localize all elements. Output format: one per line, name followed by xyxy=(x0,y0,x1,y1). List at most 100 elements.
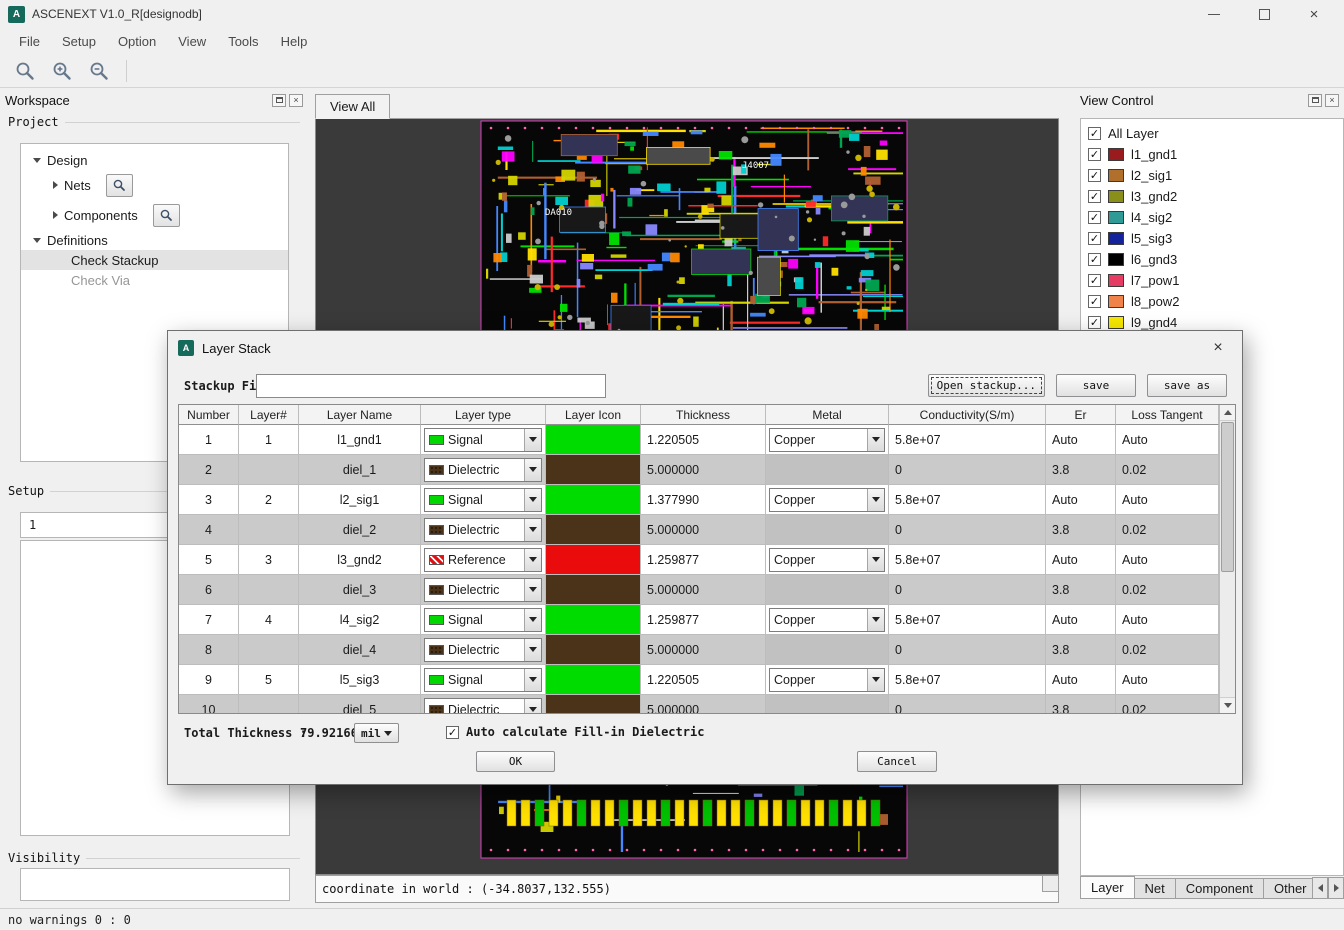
reference-layer-swatch xyxy=(546,545,640,574)
menu-item-setup[interactable]: Setup xyxy=(51,31,107,52)
combo-dropdown-button[interactable] xyxy=(524,699,541,715)
scroll-up-button[interactable] xyxy=(1220,405,1235,421)
tab-view-all[interactable]: View All xyxy=(315,94,390,119)
layer-item-l2_sig1[interactable]: ✓l2_sig1 xyxy=(1081,165,1343,186)
layer-type-select-l3_gnd2[interactable]: Reference xyxy=(424,548,542,572)
save-button[interactable]: save xyxy=(1056,374,1136,397)
layer-checkbox[interactable]: ✓ xyxy=(1088,211,1101,224)
menubar: FileSetupOptionViewToolsHelp xyxy=(0,28,1344,54)
metal-select-l3_gnd2[interactable]: Copper xyxy=(769,548,885,572)
ok-button[interactable]: OK xyxy=(476,751,555,772)
workspace-close-button[interactable]: × xyxy=(289,94,303,107)
components-search-button[interactable] xyxy=(153,204,180,227)
layer-type-select-l5_sig3[interactable]: Signal xyxy=(424,668,542,692)
combo-dropdown-button[interactable] xyxy=(867,489,884,511)
layer-checkbox[interactable]: ✓ xyxy=(1088,232,1101,245)
combo-dropdown-button[interactable] xyxy=(524,549,541,571)
layer-type-select-l2_sig1[interactable]: Signal xyxy=(424,488,542,512)
menu-item-help[interactable]: Help xyxy=(270,31,319,52)
layer-type-select-l1_gnd1[interactable]: Signal xyxy=(424,428,542,452)
unit-select[interactable]: mil xyxy=(354,723,399,743)
layer-item-all-layer[interactable]: ✓All Layer xyxy=(1081,123,1343,144)
view-control-float-button[interactable] xyxy=(1308,94,1322,107)
combo-dropdown-button[interactable] xyxy=(524,609,541,631)
maximize-button[interactable] xyxy=(1256,6,1272,22)
combo-dropdown-button[interactable] xyxy=(524,429,541,451)
combo-dropdown-button[interactable] xyxy=(524,669,541,691)
layer-checkbox[interactable]: ✓ xyxy=(1088,190,1101,203)
layer-checkbox[interactable]: ✓ xyxy=(1088,148,1101,161)
layer-type-select-diel_1[interactable]: Dielectric xyxy=(424,458,542,482)
tree-item-design[interactable]: Design xyxy=(21,150,288,170)
dialog-titlebar[interactable]: A Layer Stack × xyxy=(168,331,1242,365)
dialog-close-button[interactable]: × xyxy=(1204,340,1232,356)
cell-number: 3 xyxy=(179,485,239,515)
layer-checkbox[interactable]: ✓ xyxy=(1088,253,1101,266)
combo-dropdown-button[interactable] xyxy=(524,489,541,511)
menu-item-option[interactable]: Option xyxy=(107,31,167,52)
close-button[interactable]: × xyxy=(1306,6,1322,22)
tab-scroll-right-button[interactable] xyxy=(1328,877,1344,899)
menu-item-view[interactable]: View xyxy=(167,31,217,52)
tree-item-components[interactable]: Components xyxy=(21,200,288,230)
layer-item-l1_gnd1[interactable]: ✓l1_gnd1 xyxy=(1081,144,1343,165)
zoom-out-button[interactable] xyxy=(86,58,112,84)
layer-checkbox[interactable]: ✓ xyxy=(1088,274,1101,287)
tree-item-check-via[interactable]: Check Via xyxy=(21,270,288,290)
combo-dropdown-button[interactable] xyxy=(867,549,884,571)
cell-layer-name: l4_sig2 xyxy=(299,605,421,635)
layer-checkbox[interactable]: ✓ xyxy=(1088,169,1101,182)
metal-select-l4_sig2[interactable]: Copper xyxy=(769,608,885,632)
layer-type-select-l4_sig2[interactable]: Signal xyxy=(424,608,542,632)
combo-dropdown-button[interactable] xyxy=(867,429,884,451)
menu-item-tools[interactable]: Tools xyxy=(217,31,269,52)
scroll-down-button[interactable] xyxy=(1220,697,1235,713)
scrollbar-thumb[interactable] xyxy=(1221,422,1234,572)
layer-checkbox[interactable]: ✓ xyxy=(1088,127,1101,140)
layer-type-select-diel_3[interactable]: Dielectric xyxy=(424,578,542,602)
metal-select-l1_gnd1[interactable]: Copper xyxy=(769,428,885,452)
tree-item-definitions[interactable]: Definitions xyxy=(21,230,288,250)
visibility-box[interactable] xyxy=(20,868,290,901)
stackup-file-input[interactable] xyxy=(256,374,606,398)
auto-calc-checkbox[interactable]: ✓ xyxy=(446,726,459,739)
tab-other[interactable]: Other xyxy=(1264,878,1318,899)
metal-select-l2_sig1[interactable]: Copper xyxy=(769,488,885,512)
layer-item-l7_pow1[interactable]: ✓l7_pow1 xyxy=(1081,270,1343,291)
menu-item-file[interactable]: File xyxy=(8,31,51,52)
cell-layer-name: diel_5 xyxy=(299,695,421,714)
metal-select-l5_sig3[interactable]: Copper xyxy=(769,668,885,692)
save-as-button[interactable]: save as xyxy=(1147,374,1227,397)
combo-dropdown-button[interactable] xyxy=(524,639,541,661)
layer-type-select-diel_4[interactable]: Dielectric xyxy=(424,638,542,662)
minimize-button[interactable] xyxy=(1206,6,1222,22)
layer-checkbox[interactable]: ✓ xyxy=(1088,316,1101,329)
open-stackup-button[interactable]: Open stackup... xyxy=(928,374,1045,397)
nets-search-button[interactable] xyxy=(106,174,133,197)
combo-dropdown-button[interactable] xyxy=(524,519,541,541)
table-scrollbar[interactable] xyxy=(1219,405,1235,713)
tab-net[interactable]: Net xyxy=(1135,878,1176,899)
tab-scroll-left-button[interactable] xyxy=(1312,877,1328,899)
layer-type-select-diel_5[interactable]: Dielectric xyxy=(424,698,542,715)
view-control-close-button[interactable]: × xyxy=(1325,94,1339,107)
layer-item-l5_sig3[interactable]: ✓l5_sig3 xyxy=(1081,228,1343,249)
layer-item-l8_pow2[interactable]: ✓l8_pow2 xyxy=(1081,291,1343,312)
workspace-float-button[interactable] xyxy=(272,94,286,107)
zoom-in-button[interactable] xyxy=(49,58,75,84)
combo-dropdown-button[interactable] xyxy=(524,579,541,601)
tree-item-check-stackup[interactable]: Check Stackup xyxy=(21,250,288,270)
layer-checkbox[interactable]: ✓ xyxy=(1088,295,1101,308)
layer-item-l3_gnd2[interactable]: ✓l3_gnd2 xyxy=(1081,186,1343,207)
tree-item-nets[interactable]: Nets xyxy=(21,170,288,200)
combo-dropdown-button[interactable] xyxy=(524,459,541,481)
cancel-button[interactable]: Cancel xyxy=(857,751,937,772)
tab-component[interactable]: Component xyxy=(1176,878,1264,899)
zoom-button[interactable] xyxy=(12,58,38,84)
tab-layer[interactable]: Layer xyxy=(1080,876,1135,899)
combo-dropdown-button[interactable] xyxy=(867,609,884,631)
layer-item-l4_sig2[interactable]: ✓l4_sig2 xyxy=(1081,207,1343,228)
layer-item-l6_gnd3[interactable]: ✓l6_gnd3 xyxy=(1081,249,1343,270)
combo-dropdown-button[interactable] xyxy=(867,669,884,691)
layer-type-select-diel_2[interactable]: Dielectric xyxy=(424,518,542,542)
